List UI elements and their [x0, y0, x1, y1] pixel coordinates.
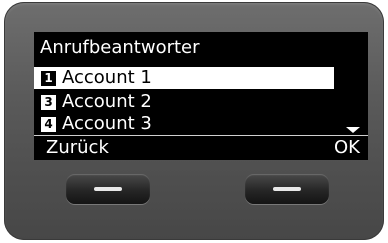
list-item-label: Account 3: [62, 113, 152, 134]
display-screen: Anrufbeantworter 1 Account 1 3 Account 2…: [34, 32, 368, 160]
chevron-down-icon: [346, 127, 360, 133]
page-title: Anrufbeantworter: [40, 37, 200, 58]
right-softkey-button[interactable]: [245, 174, 329, 204]
minus-icon: [273, 187, 301, 191]
softkey-bar: Zurück OK: [34, 135, 368, 160]
list-item-account-2[interactable]: 3 Account 2: [34, 91, 334, 113]
softkey-back-label: Zurück: [46, 137, 109, 158]
number-3-icon: 3: [41, 94, 56, 110]
minus-icon: [94, 187, 122, 191]
list-item-label: Account 2: [62, 91, 152, 112]
list-item-account-3[interactable]: 4 Account 3: [34, 113, 334, 135]
left-softkey-button[interactable]: [66, 174, 150, 204]
phone-device: Anrufbeantworter 1 Account 1 3 Account 2…: [4, 2, 384, 240]
number-4-icon: 4: [41, 116, 56, 132]
number-1-icon: 1: [41, 70, 56, 86]
list-item-account-1[interactable]: 1 Account 1: [34, 67, 334, 89]
list-item-label: Account 1: [62, 67, 152, 88]
softkey-ok-label: OK: [334, 137, 360, 158]
